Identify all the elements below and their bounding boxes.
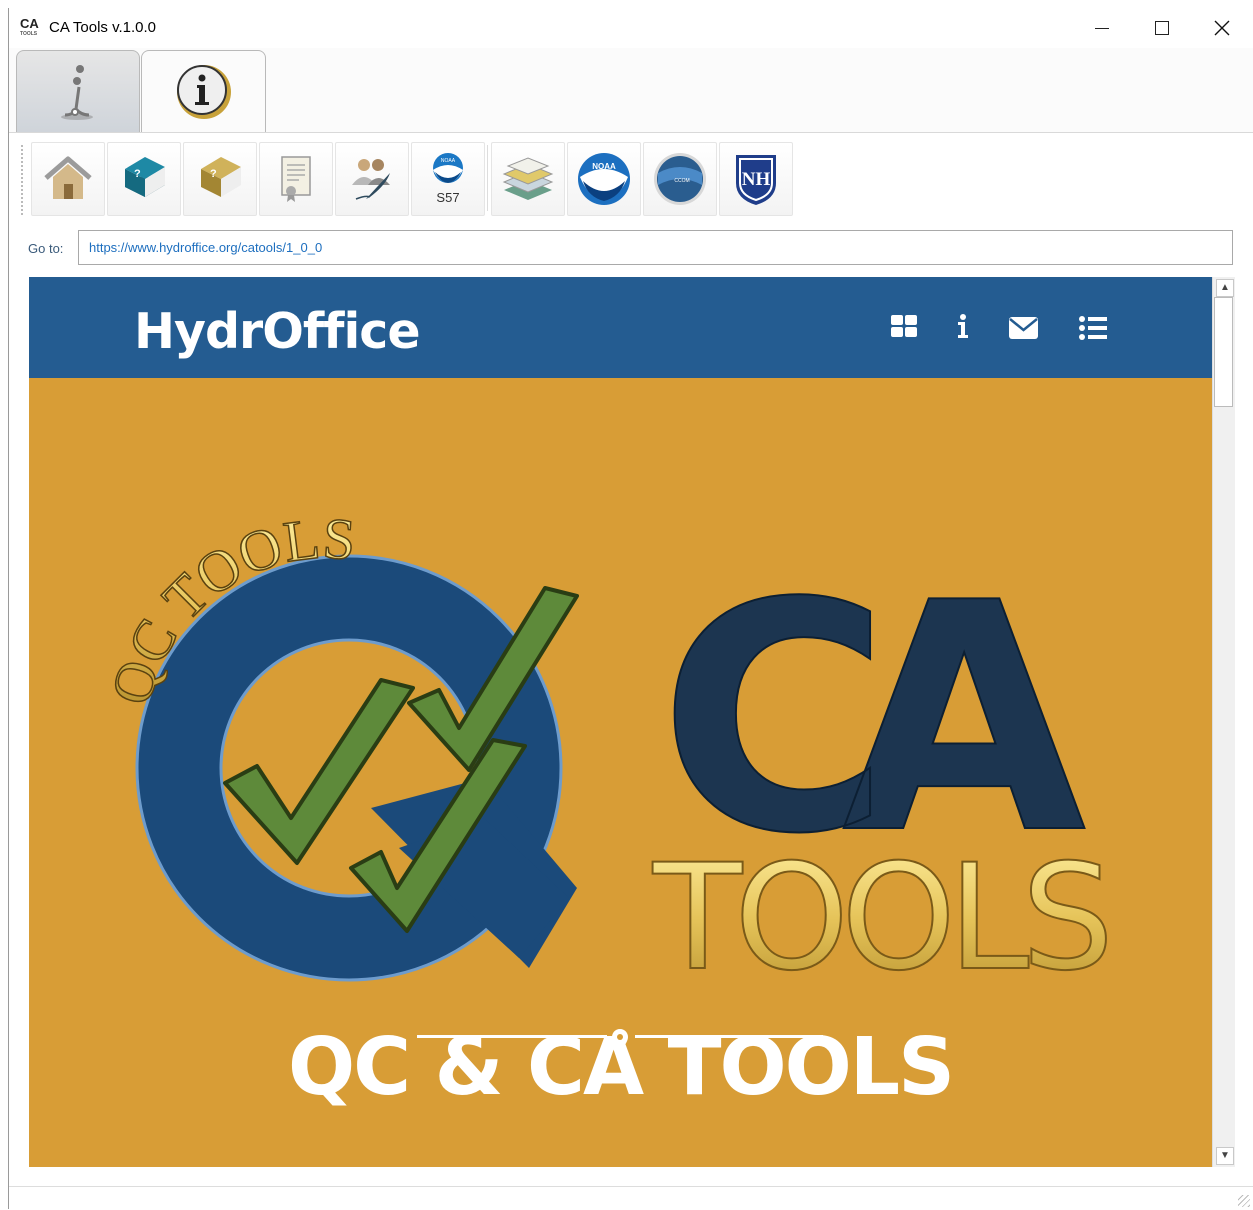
layers-button[interactable] <box>491 142 565 216</box>
ccom-button[interactable]: CCOM <box>643 142 717 216</box>
noaa-button[interactable]: NOAA <box>567 142 641 216</box>
s57-button[interactable]: NOAA S57 <box>411 142 485 216</box>
minimize-button[interactable] <box>1072 8 1132 48</box>
ccom-jhc-logo-icon: CCOM <box>654 153 706 205</box>
goto-label: Go to: <box>28 241 64 256</box>
maximize-icon <box>1155 21 1169 35</box>
minimize-icon <box>1095 27 1109 29</box>
home-icon <box>44 156 92 199</box>
qc-ca-tools-logo: QC TOOLS CA TOOLS <box>97 505 1137 1004</box>
svg-text:CCOM: CCOM <box>674 178 689 184</box>
noaa-logo-icon: NOAA <box>578 153 630 205</box>
scroll-down-button[interactable]: ▼ <box>1216 1147 1234 1165</box>
maximize-button[interactable] <box>1132 8 1192 48</box>
blue-help-book-icon: ? <box>125 157 165 197</box>
svg-text:S57: S57 <box>436 190 459 205</box>
toolbar-separator <box>487 145 488 211</box>
svg-text:NOAA: NOAA <box>592 162 616 171</box>
scroll-up-button[interactable]: ▲ <box>1216 279 1234 297</box>
site-brand[interactable]: HydrOffice <box>134 303 421 360</box>
location-pin-icon <box>612 1029 628 1051</box>
site-navbar: HydrOffice <box>29 277 1212 378</box>
list-icon[interactable] <box>1079 316 1107 340</box>
authors-button[interactable] <box>335 142 409 216</box>
title-bar: CA TOOLS CA Tools v.1.0.0 <box>9 8 1253 48</box>
url-input[interactable] <box>78 230 1233 265</box>
tab-info[interactable] <box>141 50 266 132</box>
web-view[interactable]: HydrOffice QC TOOLS CA TOOLS QC & CA TOO… <box>29 277 1212 1167</box>
info-icon <box>176 64 231 119</box>
status-bar <box>9 1186 1253 1210</box>
svg-text:?: ? <box>134 168 141 180</box>
svg-text:NH: NH <box>742 169 771 190</box>
window-title: CA Tools v.1.0.0 <box>49 19 157 36</box>
user-manual-icon <box>61 64 93 120</box>
layers-map-icon <box>502 157 554 200</box>
toolbar: ? ? NOAA S57 NOAA CCOM NH <box>9 133 1253 223</box>
svg-text:NOAA: NOAA <box>441 158 456 164</box>
divider-left <box>417 1035 607 1038</box>
app-window: CA TOOLS CA Tools v.1.0.0 ? ? NOAA S57 N… <box>8 8 1253 1210</box>
svg-text:?: ? <box>210 168 217 180</box>
yellow-help-book-icon: ? <box>201 157 241 197</box>
close-icon <box>1214 20 1230 36</box>
resize-grip[interactable] <box>1238 1195 1250 1207</box>
toolbar-grip <box>21 145 25 215</box>
license-button[interactable] <box>259 142 333 216</box>
tab-strip <box>9 48 1253 133</box>
noaa-s57-icon: NOAA S57 <box>433 153 463 205</box>
tab-user-manual[interactable] <box>16 50 140 132</box>
grid-icon[interactable] <box>891 315 917 339</box>
info-icon[interactable] <box>957 314 969 340</box>
svg-text:TOOLS: TOOLS <box>652 833 1106 1003</box>
help-button[interactable]: ? <box>107 142 181 216</box>
close-button[interactable] <box>1192 8 1252 48</box>
vertical-scrollbar[interactable]: ▲ ▼ <box>1212 277 1235 1167</box>
license-document-icon <box>281 156 311 202</box>
app-icon: CA TOOLS <box>20 16 39 38</box>
unh-button[interactable]: NH <box>719 142 793 216</box>
authors-icon <box>352 159 390 200</box>
home-button[interactable] <box>31 142 105 216</box>
tutorial-button[interactable]: ? <box>183 142 257 216</box>
divider-right <box>635 1035 823 1038</box>
unh-logo-icon: NH <box>736 155 776 205</box>
scroll-thumb[interactable] <box>1214 297 1233 407</box>
envelope-icon[interactable] <box>1009 317 1038 339</box>
